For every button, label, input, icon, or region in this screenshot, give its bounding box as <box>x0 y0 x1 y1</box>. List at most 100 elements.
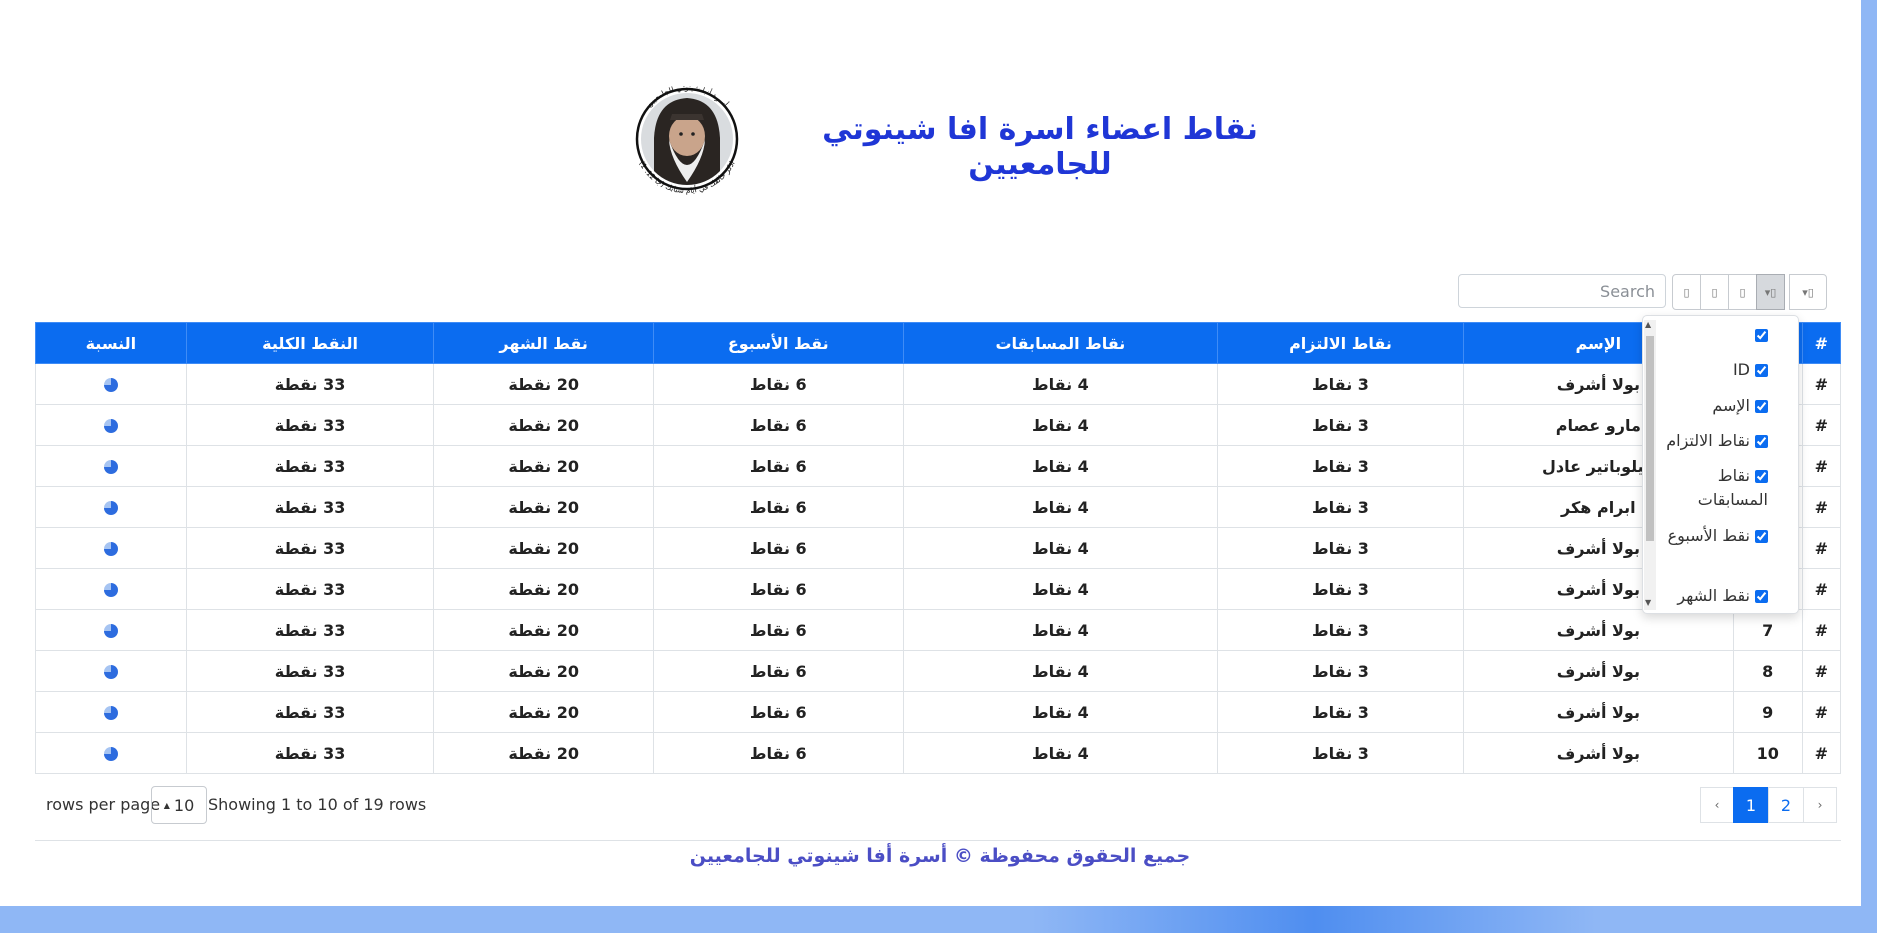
row-total: 33 نقطة <box>185 445 435 487</box>
toggle-view-button[interactable]: ▯ <box>1700 274 1729 310</box>
column-header-commitment[interactable]: نقاط الالتزام <box>1217 322 1464 364</box>
row-hash: # <box>1801 527 1842 569</box>
row-week: 6 نقاط <box>652 404 904 446</box>
column-header-week[interactable]: نقط الأسبوع <box>652 322 904 364</box>
column-toggle-commitment[interactable]: نقاط الالتزام <box>1650 429 1768 453</box>
row-month: 20 نقطة <box>433 404 654 446</box>
row-id: 8 <box>1732 650 1803 692</box>
rows-per-page-label: rows per page <box>46 795 161 814</box>
page-title: نقاط اعضاء اسرة افا شينوتي للجامعيين <box>822 112 1258 182</box>
rows-per-page-value: 10 <box>173 795 195 815</box>
points-table: # ID الإسم نقاط الالتزام نقاط المسابقات … <box>35 322 1842 774</box>
row-contests: 4 نقاط <box>902 404 1219 446</box>
export-icon: ▯ <box>1683 285 1690 299</box>
row-name: بولا أشرف <box>1462 732 1734 774</box>
pie-chart-icon <box>103 706 118 720</box>
columns-toggle-button[interactable]: ▾▯ <box>1756 274 1785 310</box>
table-row: # 3 فيلوباتير عادل 3 نقاط 4 نقاط 6 نقاط … <box>35 445 1842 487</box>
row-hash: # <box>1801 363 1842 405</box>
column-toggle-week[interactable]: نقط الأسبوع <box>1650 524 1768 548</box>
toggle-view-icon: ▯ <box>1711 285 1718 299</box>
column-checkbox[interactable] <box>1755 590 1768 603</box>
column-checkbox[interactable] <box>1755 364 1768 377</box>
table-row: # 10 بولا أشرف 3 نقاط 4 نقاط 6 نقاط 20 ن… <box>35 732 1842 774</box>
export-button[interactable]: ▯ <box>1672 274 1701 310</box>
bottom-frame <box>0 906 1877 933</box>
copyright-footer: جميع الحقوق محفوظة © أسرة أفا شينوتي للج… <box>689 845 1191 867</box>
row-week: 6 نقاط <box>652 609 904 651</box>
column-toggle-label: نقط الشهر <box>1677 586 1750 605</box>
row-total: 33 نقطة <box>185 732 435 774</box>
column-toggle-label: الإسم <box>1712 396 1750 415</box>
table-row: # 7 بولا أشرف 3 نقاط 4 نقاط 6 نقاط 20 نق… <box>35 609 1842 651</box>
row-commit: 3 نقاط <box>1217 609 1464 651</box>
row-hash: # <box>1801 691 1842 733</box>
row-month: 20 نقطة <box>433 568 654 610</box>
column-header-hash[interactable]: # <box>1801 322 1842 364</box>
row-id: 9 <box>1732 691 1803 733</box>
column-header-month[interactable]: نقط الشهر <box>433 322 654 364</box>
logo-icon: أسرة أنبا شينوتي للجامعيين اذكر خالقك في… <box>635 83 739 195</box>
fullscreen-button[interactable]: ▯ <box>1728 274 1757 310</box>
row-ratio <box>35 568 187 610</box>
row-month: 20 نقطة <box>433 732 654 774</box>
pagination-page-1[interactable]: 1 <box>1733 787 1769 823</box>
pie-chart-icon <box>103 542 118 556</box>
row-commit: 3 نقاط <box>1217 404 1464 446</box>
row-contests: 4 نقاط <box>902 609 1219 651</box>
row-ratio <box>35 404 187 446</box>
row-commit: 3 نقاط <box>1217 486 1464 528</box>
pie-chart-icon <box>103 419 118 433</box>
row-month: 20 نقطة <box>433 527 654 569</box>
row-week: 6 نقاط <box>652 527 904 569</box>
column-toggle-contests[interactable]: نقاط المسابقات <box>1650 464 1768 512</box>
column-header-total[interactable]: النقط الكلية <box>185 322 435 364</box>
row-ratio <box>35 650 187 692</box>
column-checkbox[interactable] <box>1755 530 1768 543</box>
row-total: 33 نقطة <box>185 609 435 651</box>
pagination: ‹ 1 2 › <box>1700 787 1837 823</box>
row-month: 20 نقطة <box>433 650 654 692</box>
row-commit: 3 نقاط <box>1217 527 1464 569</box>
row-ratio <box>35 363 187 405</box>
row-ratio <box>35 527 187 569</box>
column-toggle-label: نقط الأسبوع <box>1667 526 1750 545</box>
row-contests: 4 نقاط <box>902 650 1219 692</box>
column-header-contests[interactable]: نقاط المسابقات <box>902 322 1219 364</box>
showing-rows-text: Showing 1 to 10 of 19 rows <box>208 795 427 814</box>
column-checkbox[interactable] <box>1755 329 1768 342</box>
row-hash: # <box>1801 568 1842 610</box>
pagination-prev[interactable]: ‹ <box>1700 787 1734 823</box>
row-commit: 3 نقاط <box>1217 568 1464 610</box>
table-row: # 4 ابرام هكر 3 نقاط 4 نقاط 6 نقاط 20 نق… <box>35 486 1842 528</box>
export-dropdown-button[interactable]: ▾▯ <box>1789 274 1827 310</box>
pie-chart-icon <box>103 501 118 515</box>
column-header-ratio[interactable]: النسبة <box>35 322 187 364</box>
row-name: بولا أشرف <box>1462 691 1734 733</box>
row-month: 20 نقطة <box>433 691 654 733</box>
column-checkbox[interactable] <box>1755 470 1768 483</box>
row-total: 33 نقطة <box>185 527 435 569</box>
caret-up-icon: ▲ <box>163 800 170 810</box>
table-row: # 2 مارو عصام 3 نقاط 4 نقاط 6 نقاط 20 نق… <box>35 404 1842 446</box>
row-total: 33 نقطة <box>185 568 435 610</box>
row-month: 20 نقطة <box>433 363 654 405</box>
chevron-down-icon: ▾▯ <box>1802 285 1814 299</box>
pagination-page-2[interactable]: 2 <box>1768 787 1804 823</box>
pie-chart-icon <box>103 460 118 474</box>
column-toggle-all[interactable] <box>1650 323 1768 347</box>
rows-per-page-select[interactable]: ▲ 10 <box>151 786 207 824</box>
row-ratio <box>35 445 187 487</box>
pie-chart-icon <box>103 747 118 761</box>
column-toggle-name[interactable]: الإسم <box>1650 394 1768 418</box>
pagination-next[interactable]: › <box>1803 787 1837 823</box>
row-week: 6 نقاط <box>652 486 904 528</box>
column-checkbox[interactable] <box>1755 400 1768 413</box>
row-hash: # <box>1801 650 1842 692</box>
row-total: 33 نقطة <box>185 404 435 446</box>
column-checkbox[interactable] <box>1755 435 1768 448</box>
search-input[interactable] <box>1458 274 1666 308</box>
column-toggle-id[interactable]: ID <box>1650 358 1768 382</box>
row-total: 33 نقطة <box>185 363 435 405</box>
column-toggle-month[interactable]: نقط الشهر <box>1650 584 1768 608</box>
